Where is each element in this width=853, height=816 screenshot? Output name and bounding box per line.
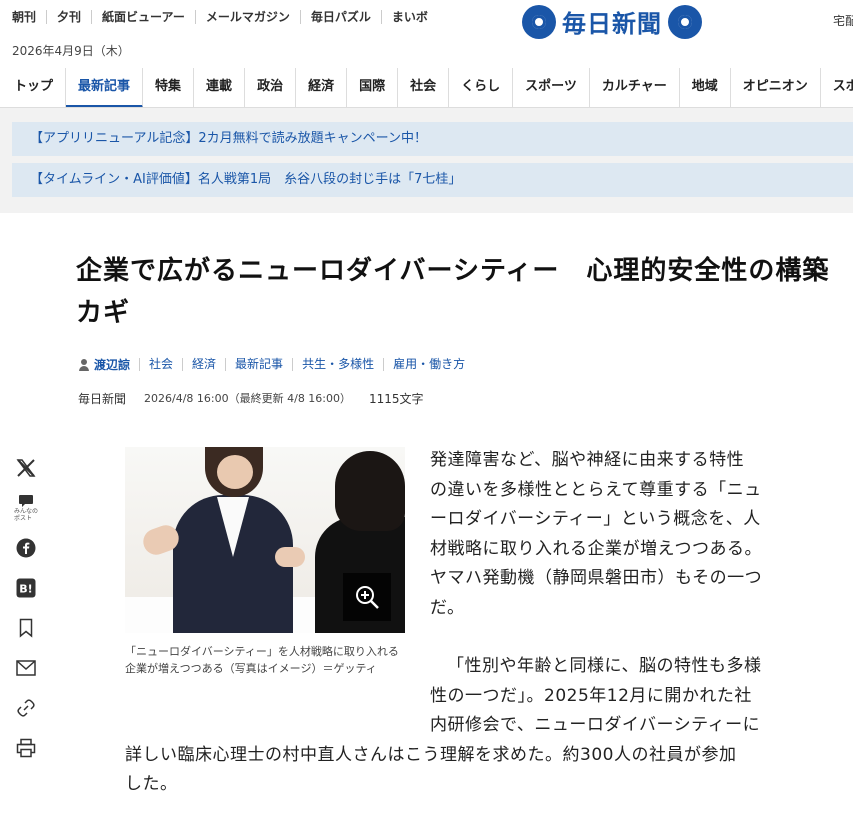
util-link-morning[interactable]: 朝刊 (12, 10, 46, 24)
current-date: 2026年4月9日（木） (12, 44, 130, 58)
author-link[interactable]: 渡辺諒 (78, 356, 139, 373)
facebook-icon[interactable] (12, 528, 40, 568)
nav-sports[interactable]: スポーツ (513, 68, 590, 107)
util-link-puzzle[interactable]: 毎日パズル (299, 10, 381, 24)
util-link-viewer[interactable]: 紙面ビューアー (91, 10, 195, 24)
x-icon[interactable] (12, 448, 40, 488)
util-link-evening[interactable]: 夕刊 (46, 10, 91, 24)
utility-nav: 朝刊 夕刊 紙面ビューアー メールマガジン 毎日パズル まいボ (12, 10, 438, 24)
nav-international[interactable]: 国際 (347, 68, 399, 107)
nav-feature[interactable]: 特集 (143, 68, 195, 107)
link-icon[interactable] (12, 688, 40, 728)
paragraph-line: の違いを多様性ととらえて尊重する「ニュ (430, 479, 762, 500)
logo-mark-icon (668, 4, 702, 39)
photo-caption: 「ニューロダイバーシティー」を人材戦略に取り入れる企業が増えつつある（写真はイメ… (125, 645, 399, 675)
paragraph-line: 発達障害など、脳や神経に由来する特性 (430, 450, 745, 470)
paragraph-line: 内研修会で、ニューロダイバーシティーに (430, 715, 761, 735)
article-tags: 渡辺諒 社会 経済 最新記事 共生・多様性 雇用・働き方 (78, 356, 474, 373)
tag-employment[interactable]: 雇用・働き方 (383, 358, 474, 371)
home-delivery-link[interactable]: 宅配 (833, 12, 853, 29)
nav-series[interactable]: 連載 (194, 68, 246, 107)
nav-latest[interactable]: 最新記事 (66, 68, 144, 107)
logo-text: 毎日新聞 (562, 9, 662, 38)
nav-society[interactable]: 社会 (398, 68, 450, 107)
article-meta: 毎日新聞 2026/4/8 16:00（最終更新 4/8 16:00） 1115… (78, 390, 424, 407)
main-nav: トップ 最新記事 特集 連載 政治 経済 国際 社会 くらし スポーツ カルチャ… (0, 68, 853, 108)
char-count: 1115文字 (369, 392, 424, 406)
bookmark-icon[interactable] (12, 608, 40, 648)
paragraph-line: 詳しい臨床心理士の村中直人さんはこう理解を求めた。約300人の社員が参加 (125, 744, 737, 765)
nav-sponichi[interactable]: スポ (821, 68, 853, 107)
site-logo[interactable]: 毎日新聞 (522, 4, 702, 39)
share-bar: みんなの ポスト B! (12, 448, 40, 768)
print-icon[interactable] (12, 728, 40, 768)
nav-life[interactable]: くらし (449, 68, 514, 107)
util-link-maibo[interactable]: まいボ (380, 10, 438, 24)
svg-text:B!: B! (19, 583, 32, 596)
paragraph-line: ーロダイバーシティー」という概念を、人 (430, 509, 761, 529)
paragraph-line: した。 (125, 774, 178, 794)
tag-economy[interactable]: 経済 (182, 358, 225, 371)
article-header: 企業で広がるニューロダイバーシティー 心理的安全性の構築カギ (76, 250, 846, 334)
hatena-bookmark-icon[interactable]: B! (12, 568, 40, 608)
nav-region[interactable]: 地域 (680, 68, 731, 107)
nav-politics[interactable]: 政治 (245, 68, 297, 107)
top-bar: 朝刊 夕刊 紙面ビューアー メールマガジン 毎日パズル まいボ 毎日新聞 宅配 (0, 0, 853, 39)
publish-time: 2026/4/8 16:00（最終更新 4/8 16:00） (144, 392, 352, 405)
tag-society[interactable]: 社会 (139, 358, 182, 371)
paragraph-line: だ。 (430, 597, 465, 618)
logo-mark-icon (522, 4, 556, 39)
zoom-icon[interactable] (343, 573, 391, 621)
author-name: 渡辺諒 (94, 358, 131, 372)
paragraph-line: 性の一つだ」。2025年12月に開かれた社 (430, 685, 752, 706)
nav-top[interactable]: トップ (0, 68, 67, 107)
person-icon (78, 358, 90, 371)
tag-latest[interactable]: 最新記事 (225, 358, 292, 371)
util-link-mailmag[interactable]: メールマガジン (194, 10, 300, 24)
paragraph-line: ヤマハ発動機（静岡県磐田市）もその一つ (430, 568, 763, 588)
article-figure: 「ニューロダイバーシティー」を人材戦略に取り入れる企業が増えつつある（写真はイメ… (125, 447, 405, 677)
promo-banner-app[interactable]: 【アプリリニューアル記念】2カ月無料で読み放題キャンペーン中！ (12, 122, 853, 156)
publisher: 毎日新聞 (78, 392, 127, 406)
article-title: 企業で広がるニューロダイバーシティー 心理的安全性の構築カギ (76, 256, 830, 328)
tag-diversity[interactable]: 共生・多様性 (292, 358, 383, 371)
nav-economy[interactable]: 経済 (296, 68, 348, 107)
paragraph-line: 材戦略に取り入れる企業が増えつつある。 (430, 538, 762, 559)
nav-culture[interactable]: カルチャー (590, 68, 680, 107)
promo-banner-shogi[interactable]: 【タイムライン・AI評価値】名人戦第1局 糸谷八段の封じ手は「7七桂」 (12, 163, 853, 197)
promo-banners: 【アプリリニューアル記念】2カ月無料で読み放題キャンペーン中！ 【タイムライン・… (0, 108, 853, 213)
minna-label: みんなの ポスト (13, 508, 38, 522)
nav-opinion[interactable]: オピニオン (731, 68, 821, 107)
minna-no-post-icon[interactable]: みんなの ポスト (12, 488, 40, 528)
mail-icon[interactable] (12, 648, 40, 688)
article-photo[interactable] (125, 447, 405, 633)
